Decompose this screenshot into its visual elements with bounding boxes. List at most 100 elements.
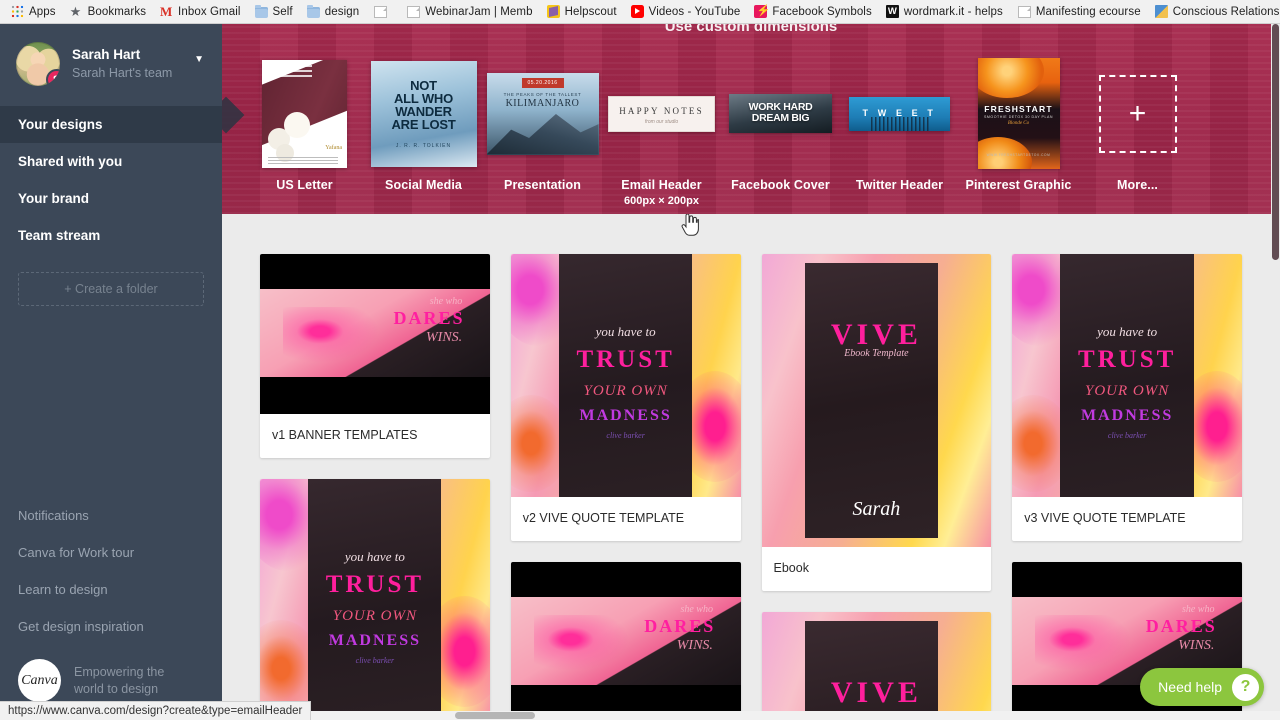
social-media-thumbnail: NOT ALL WHO WANDER ARE LOST J. R. R. TOL… [370,60,477,167]
canva-logo: Canva [18,659,61,702]
twitter-header-thumbnail: T W E E T [849,96,950,131]
thumb-line: WANDER [395,104,452,119]
art-line: you have to [1097,324,1158,340]
vertical-scrollbar[interactable] [1271,24,1280,720]
art-line: clive barker [606,431,645,441]
bookmark-wordmark[interactable]: W wordmark.it - helps [879,3,1010,20]
bookmark-label: Helpscout [564,5,617,18]
art-line: YOUR OWN [1084,382,1170,399]
sidebar-item-your-brand[interactable]: Your brand [0,180,222,217]
thumbnail-wrap: + [1078,51,1197,176]
art-line: WINS. [1178,638,1215,653]
decor-mountain [486,114,599,155]
design-card[interactable]: you have to TRUST YOUR OWN MADNESS clive… [510,254,741,541]
need-help-button[interactable]: Need help ? [1140,668,1264,706]
sidebar-item-canva-for-work-tour[interactable]: Canva for Work tour [0,534,222,571]
us-letter-thumbnail: Yafana [262,59,347,168]
design-thumbnail: you have to TRUST YOUR OWN MADNESS clive… [510,254,741,497]
sidebar-item-shared-with-you[interactable]: Shared with you [0,143,222,180]
thumb-title: KILIMANJARO [505,97,580,109]
design-card[interactable]: VIVE Ebook Template Sarah Ebook [761,254,992,591]
thumbnail-wrap: NOT ALL WHO WANDER ARE LOST J. R. R. TOL… [364,51,483,176]
bookmark-label: Self [272,5,293,18]
carousel-tile-social-media[interactable]: NOT ALL WHO WANDER ARE LOST J. R. R. TOL… [364,51,483,192]
bookmark-label: wordmark.it - helps [903,5,1003,18]
helpscout-icon [546,5,560,18]
art-line: MADNESS [1081,407,1174,425]
profile-name: Sarah Hart [72,46,141,62]
sidebar-item-learn-to-design[interactable]: Learn to design [0,571,222,608]
profile-switcher[interactable]: S Sarah Hart Sarah Hart's team ▼ [0,24,222,106]
create-folder-button[interactable]: + Create a folder [18,272,204,306]
sidebar-item-label: Get design inspiration [18,619,144,634]
profile-team-name: Sarah Hart's team [72,65,173,80]
sidebar-item-notifications[interactable]: Notifications [0,497,222,534]
thumbnail-wrap: FRESHSTART SMOOTHIE DETOX 30 DAY PLAN Bl… [959,51,1078,176]
bookmark-label: Manifesting ecourse [1035,5,1141,18]
carousel-tile-email-header[interactable]: HAPPY NOTES from our studio Email Header… [602,51,721,207]
art-subtitle: Ebook Template [844,347,909,359]
sidebar-item-team-stream[interactable]: Team stream [0,217,222,254]
thumb-line: ARE LOST [391,117,456,133]
carousel-tile-facebook-cover[interactable]: WORK HARD DREAM BIG Facebook Cover [721,51,840,192]
bookmark-manifesting-ecourse[interactable]: Manifesting ecourse [1010,4,1148,20]
sidebar-item-label: Your brand [18,191,90,206]
bookmark-conscious-relations[interactable]: Conscious Relations [1148,3,1280,20]
carousel-tile-us-letter[interactable]: Yafana US Letter [245,51,364,192]
art-line: TRUST [576,346,675,374]
design-card[interactable]: she who DARES WINS. [510,562,741,720]
horizontal-scrollbar-thumb[interactable] [455,712,535,719]
page-icon [374,5,388,18]
bookmark-bookmarks[interactable]: ★ Bookmarks [63,3,153,20]
carousel-tile-label: Email Header [621,178,702,192]
bookmark-apps[interactable]: Apps [4,3,63,20]
bookmark-videos-youtube[interactable]: Videos - YouTube [624,3,748,20]
art-line: DARES [393,308,465,328]
youtube-icon [630,5,644,18]
design-type-carousel: Use custom dimensions Yafana US Letter N… [222,24,1280,214]
thumb-date-tag: 05.20.2016 [521,77,564,88]
design-card[interactable]: she who DARES WINS. v1 BANNER TEMPLATES [260,254,490,458]
carousel-tile-twitter-header[interactable]: T W E E T Twitter Header [840,51,959,192]
sidebar: S Sarah Hart Sarah Hart's team ▼ Your de… [0,24,222,720]
sidebar-item-your-designs[interactable]: Your designs [0,106,222,143]
thumb-line: ALL WHO [393,90,454,106]
design-card[interactable]: VIVE [761,612,992,720]
wordmark-icon: W [885,5,899,18]
vertical-scrollbar-thumb[interactable] [1272,24,1279,260]
sidebar-item-get-design-inspiration[interactable]: Get design inspiration [0,608,222,645]
bookmark-label: Inbox Gmail [178,5,241,18]
plus-icon[interactable]: + [1098,74,1177,153]
art-line: WINS. [426,330,463,345]
art-line: WINS. [676,638,713,653]
carousel-tile-more[interactable]: + More... [1078,51,1197,192]
design-card[interactable]: you have to TRUST YOUR OWN MADNESS clive… [260,479,490,720]
bookmark-design[interactable]: design [300,4,367,20]
carousel-tile-presentation[interactable]: 05.20.2016 THE PEAKS OF THE TALLEST KILI… [483,51,602,192]
browser-status-url: https://www.canva.com/design?create&type… [0,701,312,720]
design-card-title: v3 VIVE QUOTE TEMPLATE [1024,511,1186,525]
bookmark-self[interactable]: Self [248,4,300,20]
bookmark-label: Apps [29,5,56,18]
art-panel [558,254,693,497]
design-thumbnail: you have to TRUST YOUR OWN MADNESS clive… [260,479,490,720]
bookmark-facebook-symbols[interactable]: Facebook Symbols [747,3,878,20]
design-card[interactable]: you have to TRUST YOUR OWN MADNESS clive… [1012,254,1242,541]
chevron-down-icon[interactable]: ▼ [194,54,204,65]
folder-icon [306,4,320,18]
art-line: TRUST [1077,346,1177,374]
page-icon [1017,5,1031,18]
carousel-prev-arrow[interactable] [222,96,245,134]
art-line: YOUR OWN [332,607,417,624]
carousel-tile-pinterest-graphic[interactable]: FRESHSTART SMOOTHIE DETOX 30 DAY PLAN Bl… [959,51,1078,192]
bookmark-inbox-gmail[interactable]: M Inbox Gmail [153,3,247,20]
bookmark-label: design [324,5,360,18]
use-custom-dimensions-link[interactable]: Use custom dimensions [222,24,1280,35]
bookmark-webinarjam[interactable]: WebinarJam | Memb [399,4,539,20]
pinterest-graphic-thumbnail: FRESHSTART SMOOTHIE DETOX 30 DAY PLAN Bl… [977,58,1060,169]
facebook-symbols-icon [754,4,771,18]
bookmark-helpscout[interactable]: Helpscout [540,3,624,20]
bookmark-untitled-page[interactable] [366,4,399,20]
art-line: clive barker [1107,431,1147,441]
art-line: MADNESS [328,632,421,650]
